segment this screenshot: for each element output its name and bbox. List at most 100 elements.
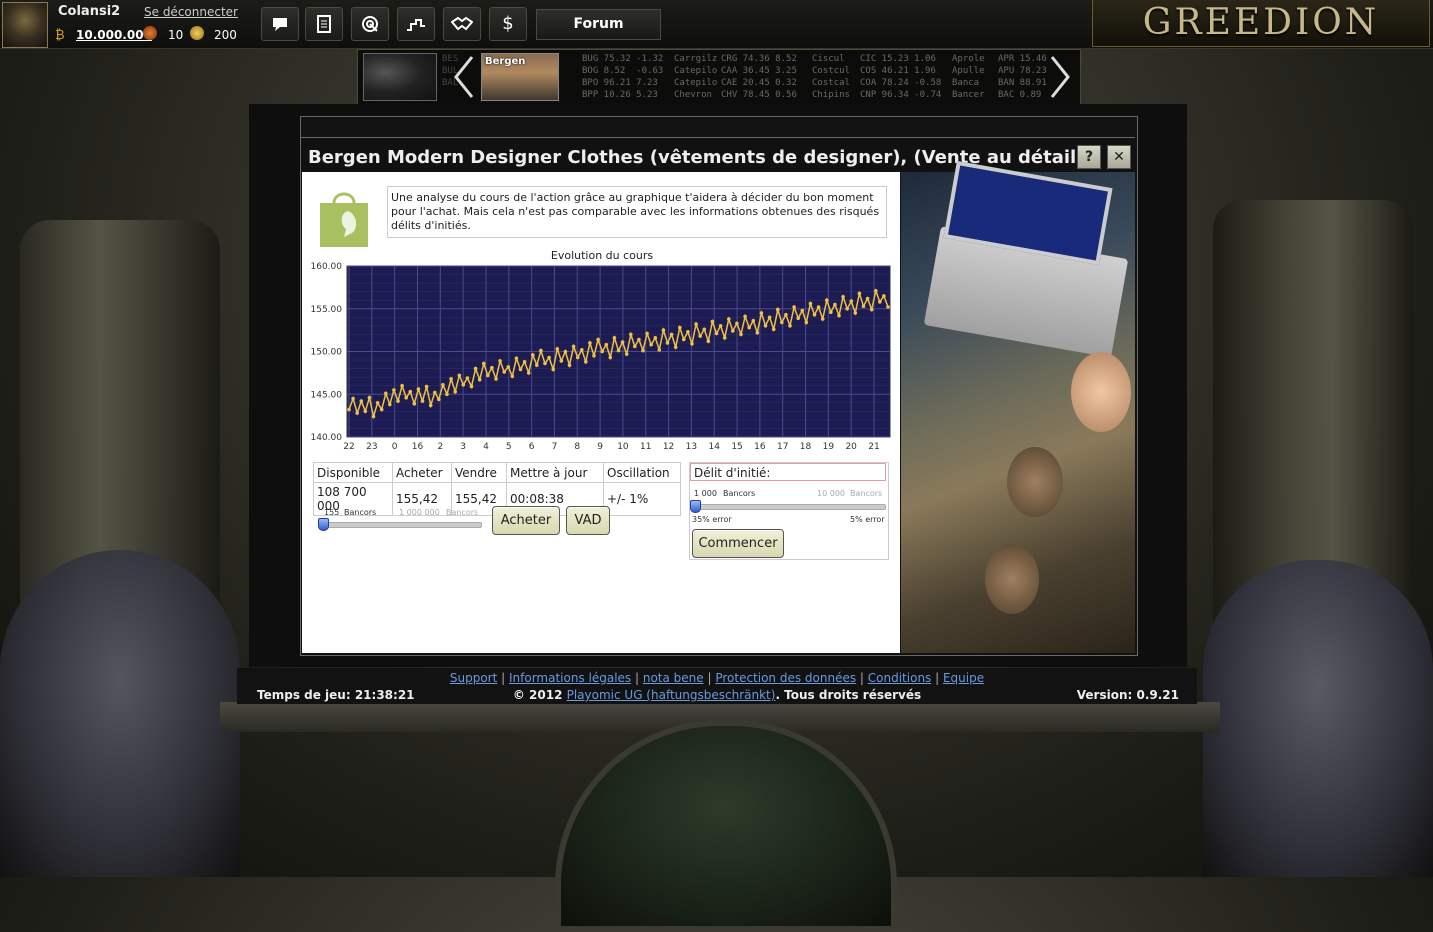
chart-point xyxy=(763,324,768,328)
chart-point xyxy=(641,348,645,353)
chart-point xyxy=(510,374,515,379)
chart-x-tick-label: 19 xyxy=(823,442,835,450)
chart-x-tick-label: 6 xyxy=(529,442,535,450)
insider-max-error: 5% error xyxy=(850,515,885,524)
chart-x-tick-label: 7 xyxy=(552,442,558,450)
ticker-column: APR 15.46 APU 78.23 BAN 88.91 BAC 0.89 xyxy=(998,54,1047,100)
buy-button[interactable]: Acheter xyxy=(492,506,560,535)
info-text: Une analyse du cours de l'action grâce a… xyxy=(387,186,887,238)
avatar[interactable] xyxy=(2,2,48,48)
buy-slider-handle[interactable] xyxy=(318,518,329,531)
notepad-button[interactable] xyxy=(305,7,343,41)
bank-button[interactable]: $ xyxy=(489,7,527,41)
chart-point xyxy=(694,322,698,326)
chart-point xyxy=(608,355,613,360)
chart-point xyxy=(453,389,457,394)
insider-amount-slider[interactable] xyxy=(693,504,886,510)
chart-point xyxy=(735,321,739,326)
chart-point xyxy=(788,324,792,328)
help-button[interactable]: ? xyxy=(1077,145,1101,169)
ticker-column: BUG 75.32 -1.32 BOG 8.52 -0.63 BPO 96.21… xyxy=(582,54,664,100)
copyright-link[interactable]: Playomic UG (haftungsbeschränkt) xyxy=(567,688,776,702)
price-chart: 160.00155.00150.00145.00140.0022 23 0 16 2 3 4… xyxy=(311,262,891,450)
game-time: Temps de jeu: 21:38:21 xyxy=(257,688,415,702)
buy-slider-min-unit: Bancors xyxy=(344,508,377,517)
chart-point xyxy=(714,331,719,336)
footer-link-privacy[interactable]: Protection des données xyxy=(715,671,856,685)
start-insider-button[interactable]: Commencer xyxy=(692,529,784,558)
footer-link-team[interactable]: Equipe xyxy=(943,671,984,685)
chart-point xyxy=(473,366,478,371)
chart-point xyxy=(678,325,682,330)
chart-point xyxy=(841,295,845,299)
chart-point xyxy=(396,399,400,403)
ticker-column: CIC 15.23 1.06 COS 46.21 1.96 COA 78.24 … xyxy=(860,54,942,100)
stocks-button[interactable] xyxy=(397,7,435,41)
chart-point xyxy=(800,308,805,313)
chart-point xyxy=(751,318,756,323)
chart-point xyxy=(833,302,837,307)
chart-point xyxy=(686,330,690,334)
chart-point xyxy=(416,387,421,391)
chart-point xyxy=(392,388,396,392)
money-balance[interactable]: 10.000.000 xyxy=(76,28,152,42)
logo-text: GREEDION xyxy=(1142,2,1380,43)
footer-link-conditions[interactable]: Conditions xyxy=(868,671,932,685)
chart-point xyxy=(722,336,727,340)
footer-link-nota-bene[interactable]: nota bene xyxy=(643,671,704,685)
table-header-row: Disponible Acheter Vendre Mettre à jour … xyxy=(313,462,681,483)
chart-y-tick-label: 160.00 xyxy=(311,262,343,272)
chart-x-tick-label: 8 xyxy=(574,442,580,450)
chart-point xyxy=(404,395,408,400)
buy-amount-slider[interactable] xyxy=(319,522,482,528)
ticker-next-arrow-icon[interactable] xyxy=(1048,55,1072,99)
copyright-prefix: © 2012 xyxy=(512,688,567,702)
chart-x-tick-label: 16 xyxy=(754,442,766,450)
chart-point xyxy=(351,396,355,401)
chart-point xyxy=(861,304,866,308)
chart-point xyxy=(400,383,404,388)
chart-up-icon xyxy=(407,19,425,31)
table-header: Mettre à jour xyxy=(506,462,604,483)
chart-point xyxy=(518,367,523,372)
chart-point xyxy=(490,365,494,370)
deals-button[interactable] xyxy=(443,7,481,41)
ticker-prev-arrow-icon[interactable] xyxy=(452,55,476,99)
chart-point xyxy=(531,353,535,357)
chart-point xyxy=(624,352,629,356)
chart-point xyxy=(388,402,392,407)
chart-point xyxy=(379,407,384,412)
insider-slider-handle[interactable] xyxy=(690,500,701,513)
logout-link[interactable]: Se déconnecter xyxy=(144,5,238,19)
chart-x-tick-label: 9 xyxy=(597,442,603,450)
target-button[interactable] xyxy=(351,7,389,41)
sell-button[interactable]: VAD xyxy=(566,506,610,535)
dialog-top-strip xyxy=(301,117,1135,138)
world-map-button[interactable] xyxy=(363,53,437,101)
forum-button[interactable]: Forum xyxy=(536,9,661,40)
footer-link-legal[interactable]: Informations légales xyxy=(509,671,631,685)
chart-point xyxy=(535,363,539,367)
table-header: Oscillation xyxy=(603,462,681,483)
chart-x-tick-label: 2 xyxy=(437,442,443,450)
chart-x-tick-label: 17 xyxy=(777,442,788,450)
chart-point xyxy=(853,311,858,315)
ticker-city-image[interactable]: Bergen xyxy=(481,53,559,101)
messages-button[interactable] xyxy=(261,7,299,41)
chart-point xyxy=(477,377,482,382)
chart-point xyxy=(739,332,743,337)
close-button[interactable]: ✕ xyxy=(1107,145,1131,169)
chart-x-tick-label: 0 xyxy=(392,442,398,450)
chart-point xyxy=(482,361,486,366)
logo[interactable]: GREEDION xyxy=(1092,0,1430,47)
chart-point xyxy=(771,327,776,332)
chart-point xyxy=(710,319,715,324)
chart-point xyxy=(657,348,662,352)
chart-point xyxy=(767,315,772,320)
footer-link-support[interactable]: Support xyxy=(450,671,497,685)
chart-point xyxy=(812,312,817,317)
chart-point xyxy=(428,403,433,408)
ticker-column: Carrgilz Catepilo Catepilo Chevron xyxy=(674,54,718,100)
table-cell: +/- 1% xyxy=(603,482,681,516)
illustration-trader xyxy=(1071,352,1131,432)
